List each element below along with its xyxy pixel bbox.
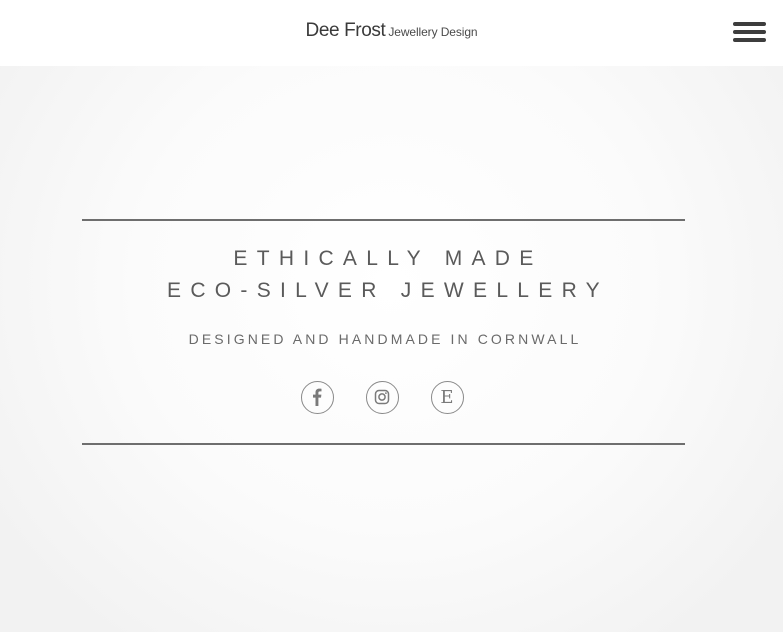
headline-line-1: ETHICALLY MADE xyxy=(233,247,543,270)
tagline: DESIGNED AND HANDMADE IN CORNWALL xyxy=(188,331,582,347)
logo-subtitle: Jewellery Design xyxy=(388,25,478,39)
facebook-link[interactable] xyxy=(301,381,334,414)
etsy-link[interactable]: E xyxy=(431,381,464,414)
instagram-link[interactable] xyxy=(366,381,399,414)
menu-bar-bottom xyxy=(733,38,766,42)
menu-bar-top xyxy=(733,22,766,26)
instagram-icon xyxy=(374,389,390,405)
etsy-icon: E xyxy=(440,387,454,408)
headline-line-2: ECO-SILVER JEWELLERY xyxy=(167,279,609,302)
hamburger-menu-icon[interactable] xyxy=(733,22,766,44)
logo-name: Dee Frost xyxy=(305,20,386,41)
header-bar: Dee Frost Jewellery Design xyxy=(0,0,783,66)
site-logo[interactable]: Dee Frost Jewellery Design xyxy=(0,20,783,42)
facebook-icon xyxy=(313,388,322,406)
hero-section: ETHICALLY MADE ECO-SILVER JEWELLERY DESI… xyxy=(82,219,685,445)
menu-bar-middle xyxy=(733,30,766,34)
